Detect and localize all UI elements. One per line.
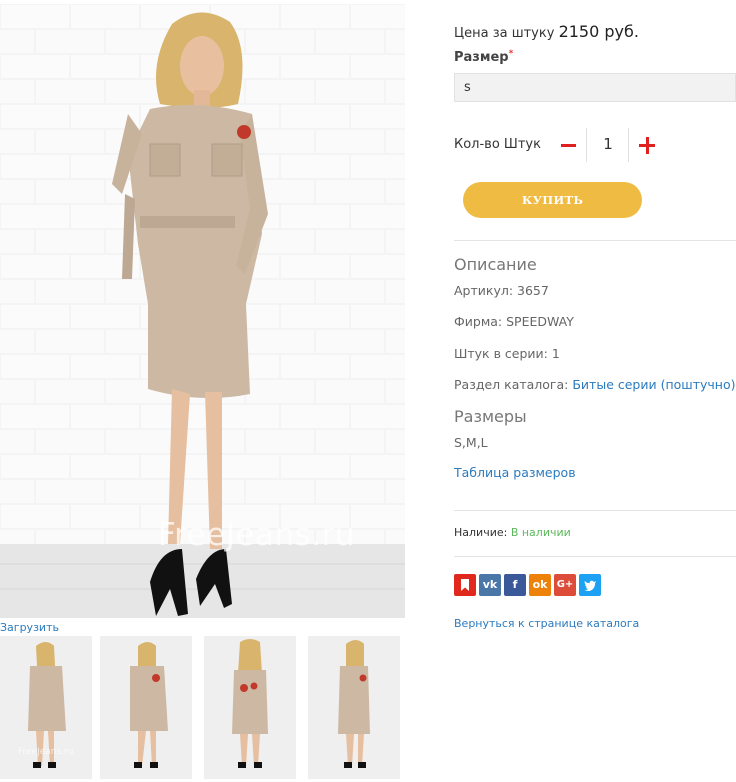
size-select-value: s: [464, 80, 471, 95]
thumbnail-1[interactable]: FreeJeans.ru: [0, 636, 92, 779]
back-to-catalog-link[interactable]: Вернуться к странице каталога: [454, 617, 639, 630]
sizes-value: S,M,L: [454, 435, 488, 450]
catalog-section: Раздел каталога: Битые серии (поштучно): [454, 377, 735, 392]
pieces-in-series: Штук в серии: 1: [454, 346, 560, 361]
availability-status: В наличии: [510, 526, 571, 539]
divider: [454, 510, 736, 511]
description-title: Описание: [454, 255, 537, 274]
catalog-section-label: Раздел каталога:: [454, 377, 573, 392]
price-line: Цена за штуку 2150 руб.: [454, 22, 639, 41]
sizes-title: Размеры: [454, 407, 527, 426]
odnoklassniki-icon[interactable]: ok: [529, 574, 551, 596]
price-label: Цена за штуку: [454, 26, 555, 41]
buy-button[interactable]: КУПИТЬ: [463, 182, 642, 218]
quantity-plus-button[interactable]: [637, 134, 657, 156]
thumbnail-strip: FreeJeans.ru: [0, 636, 405, 779]
size-label: Размер*: [454, 49, 514, 65]
availability-label: Наличие:: [454, 526, 511, 539]
plus-icon-vertical: [645, 137, 649, 154]
divider: [454, 556, 736, 557]
facebook-icon[interactable]: f: [504, 574, 526, 596]
minus-icon: [561, 144, 576, 147]
quantity-divider: [586, 128, 587, 162]
size-select[interactable]: s: [454, 73, 736, 102]
size-label-text: Размер: [454, 50, 509, 65]
main-product-photo[interactable]: FreeJeans.ru: [0, 4, 405, 618]
quantity-label: Кол-во Штук: [454, 137, 541, 152]
quantity-divider: [628, 128, 629, 162]
thumbnail-watermark: FreeJeans.ru: [18, 747, 74, 757]
price-value: 2150 руб.: [558, 22, 639, 41]
vk-icon[interactable]: vk: [479, 574, 501, 596]
divider: [454, 240, 736, 241]
catalog-section-link[interactable]: Битые серии (поштучно): [572, 377, 735, 392]
article-number: Артикул: 3657: [454, 283, 549, 298]
google-plus-icon[interactable]: G+: [554, 574, 576, 596]
availability: Наличие: В наличии: [454, 526, 571, 539]
thumbnail-4[interactable]: [308, 636, 400, 779]
photo-watermark: FreeJeans.ru: [158, 517, 356, 553]
required-mark: *: [508, 49, 514, 59]
quantity-minus-button[interactable]: [558, 134, 578, 156]
thumbnail-3[interactable]: [204, 636, 296, 779]
quantity-input[interactable]: 1: [594, 135, 622, 153]
upload-link[interactable]: Загрузить: [0, 621, 59, 634]
thumbnail-2[interactable]: [100, 636, 192, 779]
twitter-icon[interactable]: [579, 574, 601, 596]
bookmark-icon[interactable]: [454, 574, 476, 596]
brand: Фирма: SPEEDWAY: [454, 314, 574, 329]
size-table-link[interactable]: Таблица размеров: [454, 465, 576, 480]
